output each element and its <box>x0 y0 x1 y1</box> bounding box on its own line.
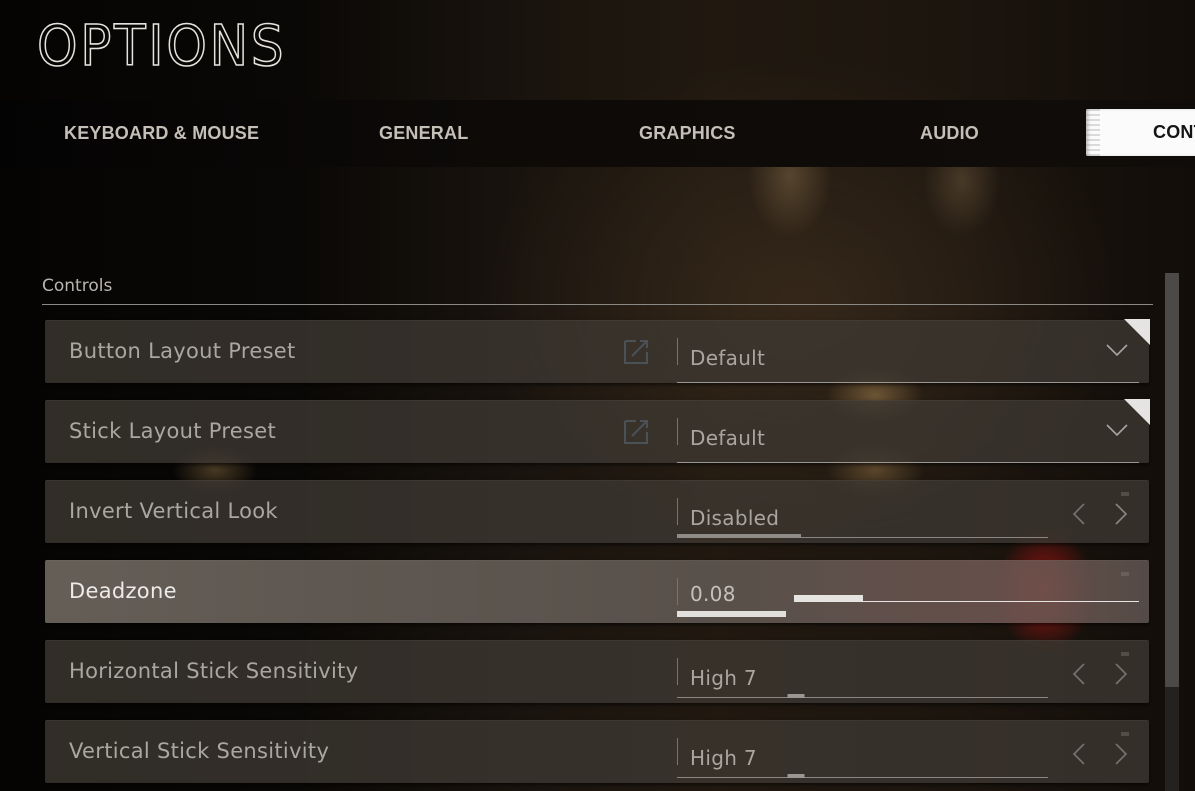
value-separator <box>677 498 678 525</box>
setting-row-horizontal-stick-sensitivity[interactable]: Horizontal Stick Sensitivity High 7 <box>45 640 1149 703</box>
value-separator <box>677 658 678 685</box>
setting-label: Button Layout Preset <box>69 339 296 363</box>
chevron-right-icon[interactable] <box>1114 662 1128 686</box>
corner-mark <box>1121 732 1129 736</box>
tab-graphics[interactable]: GRAPHICS <box>639 100 736 167</box>
option-marker <box>787 774 805 778</box>
section-label: Controls <box>42 276 113 296</box>
dropdown-underline <box>677 462 1139 463</box>
value-separator <box>677 738 678 765</box>
option-track <box>677 694 1048 698</box>
setting-label: Deadzone <box>69 579 177 603</box>
corner-mark <box>1121 492 1129 496</box>
corner-triangle-icon <box>1124 399 1150 425</box>
setting-row-vertical-stick-sensitivity[interactable]: Vertical Stick Sensitivity High 7 <box>45 720 1149 783</box>
value-separator <box>677 338 678 365</box>
chevron-down-icon[interactable] <box>1106 343 1128 357</box>
option-track <box>677 534 1048 538</box>
chevron-left-icon[interactable] <box>1072 742 1086 766</box>
setting-label: Invert Vertical Look <box>69 499 278 523</box>
scrollbar[interactable] <box>1165 273 1179 791</box>
setting-label: Horizontal Stick Sensitivity <box>69 659 359 683</box>
chevron-left-icon[interactable] <box>1072 502 1086 526</box>
slider-value[interactable]: 0.08 <box>690 582 736 606</box>
chevron-left-icon[interactable] <box>1072 662 1086 686</box>
external-link-icon[interactable] <box>623 339 649 365</box>
tab-bar: KEYBOARD & MOUSE GENERAL GRAPHICS AUDIO … <box>0 100 1195 167</box>
chevron-right-icon[interactable] <box>1114 742 1128 766</box>
dropdown-value[interactable]: Default <box>690 426 765 450</box>
corner-mark <box>1121 572 1129 576</box>
setting-row-deadzone[interactable]: Deadzone 0.08 <box>45 560 1149 623</box>
selector-value: High 7 <box>690 666 757 690</box>
value-separator <box>677 418 678 445</box>
corner-triangle-icon <box>1124 319 1150 345</box>
selector-value: High 7 <box>690 746 757 770</box>
tab-controller[interactable]: CONT <box>1086 109 1195 156</box>
option-progress-fill <box>677 534 801 538</box>
setting-row-stick-layout-preset[interactable]: Stick Layout Preset Default <box>45 399 1150 463</box>
setting-label: Vertical Stick Sensitivity <box>69 739 330 763</box>
chevron-down-icon[interactable] <box>1106 423 1128 437</box>
value-separator <box>677 578 678 605</box>
section-divider <box>42 304 1153 305</box>
page-title: OPTIONS <box>36 13 287 80</box>
deadzone-slider[interactable] <box>794 595 1139 602</box>
setting-row-invert-vertical-look[interactable]: Invert Vertical Look Disabled <box>45 480 1149 543</box>
dropdown-underline <box>677 382 1139 383</box>
option-marker <box>787 694 805 698</box>
slider-fill[interactable] <box>794 595 863 602</box>
tab-general[interactable]: GENERAL <box>379 100 468 167</box>
selector-value: Disabled <box>690 506 780 530</box>
option-track <box>677 774 1048 778</box>
corner-mark <box>1121 652 1129 656</box>
chevron-right-icon[interactable] <box>1114 502 1128 526</box>
tab-keyboard-mouse[interactable]: KEYBOARD & MOUSE <box>64 100 259 167</box>
tab-controller-label: CONT <box>1153 122 1195 142</box>
scrollbar-thumb[interactable] <box>1165 273 1179 688</box>
tab-audio[interactable]: AUDIO <box>920 100 979 167</box>
setting-label: Stick Layout Preset <box>69 419 277 443</box>
dropdown-value[interactable]: Default <box>690 346 765 370</box>
value-underline <box>677 611 786 617</box>
page-title-text: OPTIONS <box>36 13 287 80</box>
setting-row-button-layout-preset[interactable]: Button Layout Preset Default <box>45 319 1150 383</box>
external-link-icon[interactable] <box>623 419 649 445</box>
